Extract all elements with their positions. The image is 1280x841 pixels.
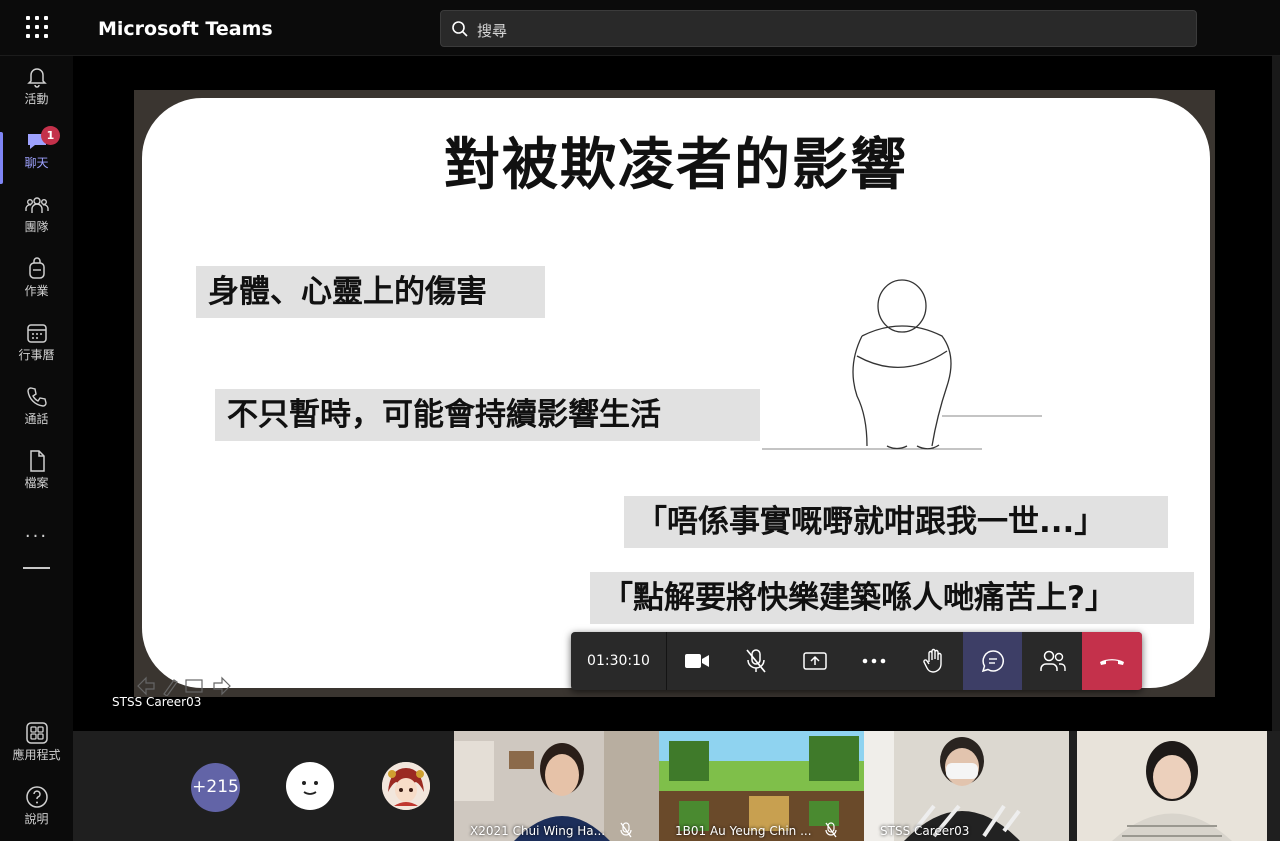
next-slide-icon bbox=[213, 676, 231, 696]
slide-navigation-tools[interactable] bbox=[136, 676, 232, 696]
rail-item-label: 聊天 bbox=[24, 156, 49, 170]
rail-item-chat[interactable]: 1 聊天 bbox=[0, 126, 73, 188]
hand-icon bbox=[922, 648, 942, 673]
calendar-icon bbox=[26, 324, 47, 343]
presentation-slide: 對被欺凌者的影響 身體、心靈上的傷害 不只暫時，可能會持續影響生活 「唔係事實嘅… bbox=[142, 98, 1210, 688]
raise-hand-button[interactable] bbox=[904, 632, 963, 690]
slides-grid-icon bbox=[185, 679, 203, 693]
mic-off-icon bbox=[745, 649, 766, 673]
rail-item-calls[interactable]: 通話 bbox=[0, 384, 73, 444]
leave-call-button[interactable] bbox=[1082, 632, 1142, 690]
search-placeholder: 搜尋 bbox=[477, 22, 508, 40]
search-icon bbox=[451, 20, 469, 42]
participant-avatar-photo[interactable] bbox=[382, 762, 430, 810]
app-launcher-icon[interactable] bbox=[26, 16, 48, 38]
slide-point: 身體、心靈上的傷害 bbox=[196, 266, 545, 318]
rail-item-apps[interactable]: 應用程式 bbox=[0, 720, 73, 763]
smiley-icon bbox=[302, 781, 318, 795]
share-screen-button[interactable] bbox=[785, 632, 844, 690]
mic-off-icon bbox=[620, 822, 632, 838]
mic-off-icon bbox=[825, 822, 837, 838]
share-screen-icon bbox=[802, 652, 827, 670]
more-apps-button[interactable]: ··· bbox=[0, 526, 73, 547]
participant-video-tile[interactable] bbox=[1077, 731, 1267, 841]
teams-icon bbox=[24, 197, 49, 213]
rail-item-files[interactable]: 檔案 bbox=[0, 448, 73, 508]
app-rail: 活動 1 聊天 團隊 作業 行事曆 通話 檔案 ··· 應用程式 說明 bbox=[0, 56, 73, 841]
sad-person-illustration bbox=[762, 279, 1042, 450]
unread-badge: 1 bbox=[41, 126, 60, 145]
rail-item-label: 檔案 bbox=[24, 476, 49, 490]
people-icon bbox=[1039, 650, 1066, 671]
hang-up-icon bbox=[1100, 659, 1124, 665]
participant-video bbox=[1077, 731, 1267, 841]
previous-slide-icon bbox=[137, 676, 155, 696]
call-timer: 01:30:10 bbox=[571, 632, 667, 690]
rail-item-calendar[interactable]: 行事曆 bbox=[0, 320, 73, 380]
stage-scrollbar bbox=[1272, 56, 1280, 731]
video-camera-icon bbox=[684, 654, 709, 668]
rail-item-help[interactable]: 說明 bbox=[0, 784, 73, 827]
slide-title: 對被欺凌者的影響 bbox=[444, 133, 908, 198]
app-title: Microsoft Teams bbox=[98, 18, 273, 40]
phone-icon bbox=[26, 387, 47, 407]
rail-item-assignments[interactable]: 作業 bbox=[0, 256, 73, 316]
more-actions-button[interactable] bbox=[844, 632, 903, 690]
slide-point: 不只暫時，可能會持續影響生活 bbox=[215, 389, 760, 441]
more-participants-button[interactable]: +215 bbox=[191, 763, 240, 812]
participant-name: X2021 Chui Wing Ha... bbox=[470, 824, 606, 838]
participant-video-tile[interactable]: 1B01 Au Yeung Chin ... bbox=[659, 731, 864, 841]
bell-icon bbox=[26, 68, 47, 88]
chat-button[interactable] bbox=[963, 632, 1022, 690]
presenter-name: STSS Career03 bbox=[112, 695, 202, 709]
rail-item-label: 應用程式 bbox=[12, 748, 61, 762]
participant-avatar-smiley[interactable] bbox=[286, 762, 334, 810]
pen-icon bbox=[163, 679, 178, 696]
rail-item-label: 作業 bbox=[24, 284, 49, 298]
participant-video-tile[interactable]: X2021 Chui Wing Ha... bbox=[454, 731, 659, 841]
rail-item-label: 活動 bbox=[24, 92, 49, 106]
file-icon bbox=[29, 450, 45, 472]
avatar-illustration bbox=[382, 762, 430, 810]
rail-item-activity[interactable]: 活動 bbox=[0, 64, 73, 124]
rail-item-label: 行事曆 bbox=[18, 348, 55, 362]
participant-name: STSS Career03 bbox=[880, 824, 970, 838]
participants-button[interactable] bbox=[1023, 632, 1082, 690]
participant-name: 1B01 Au Yeung Chin ... bbox=[675, 824, 812, 838]
help-icon bbox=[25, 786, 48, 808]
rail-item-label: 通話 bbox=[24, 412, 49, 426]
slide-quote: 「唔係事實嘅嘢就咁跟我一世...」 bbox=[624, 496, 1168, 548]
slide-quote: 「點解要將快樂建築喺人哋痛苦上?」 bbox=[590, 572, 1194, 624]
apps-icon bbox=[25, 722, 48, 744]
assignments-icon bbox=[28, 257, 45, 279]
rail-item-teams[interactable]: 團隊 bbox=[0, 192, 73, 252]
search-input[interactable]: 搜尋 bbox=[440, 10, 1197, 47]
rail-divider bbox=[23, 567, 50, 569]
participant-video-tile[interactable]: STSS Career03 bbox=[864, 731, 1069, 841]
camera-button[interactable] bbox=[667, 632, 726, 690]
rail-item-label: 說明 bbox=[24, 812, 49, 826]
ellipsis-icon bbox=[862, 658, 885, 664]
rail-item-label: 團隊 bbox=[24, 220, 49, 234]
top-bar: Microsoft Teams 搜尋 bbox=[0, 0, 1280, 56]
call-controls: 01:30:10 bbox=[571, 632, 1142, 690]
mute-button[interactable] bbox=[726, 632, 785, 690]
chat-bubble-icon bbox=[981, 650, 1004, 673]
